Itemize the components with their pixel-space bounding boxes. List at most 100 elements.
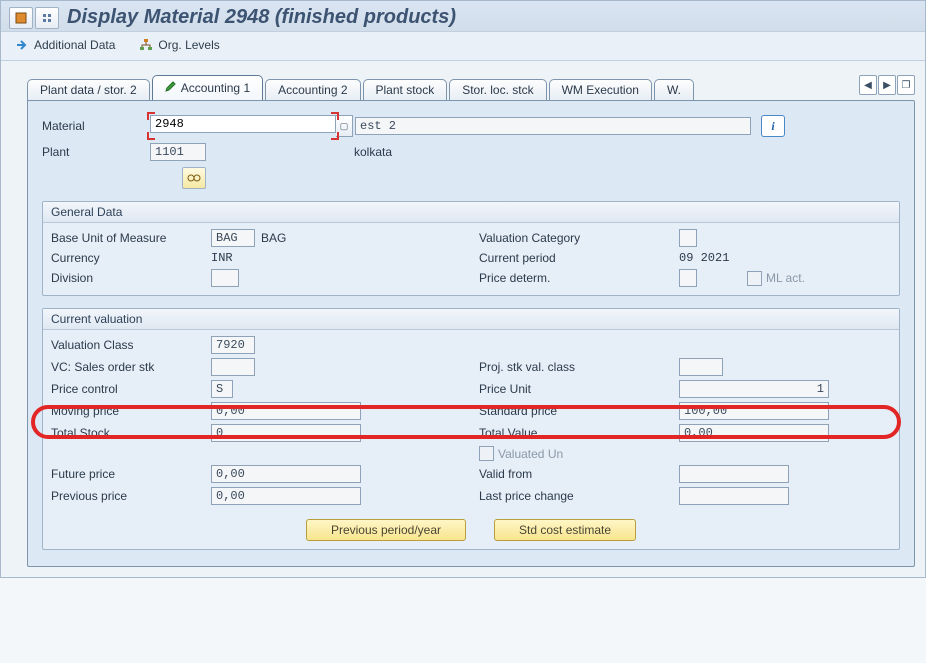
- info-icon[interactable]: i: [761, 115, 785, 137]
- currency-value: INR: [211, 251, 371, 265]
- buom-input[interactable]: [211, 229, 255, 247]
- totvalue-input[interactable]: [679, 424, 829, 442]
- valun-field: Valuated Un: [479, 446, 658, 461]
- tab-stor-loc-stck[interactable]: Stor. loc. stck: [449, 79, 546, 101]
- vcso-input[interactable]: [211, 358, 255, 376]
- active-tab-icon: [165, 80, 177, 95]
- tab-body: Material ▢ i Plant kolkata General Data: [27, 100, 915, 567]
- moving-price-label: Moving price: [51, 404, 211, 418]
- std-cost-estimate-button[interactable]: Std cost estimate: [494, 519, 636, 541]
- material-label: Material: [42, 119, 150, 133]
- validfrom-label: Valid from: [479, 467, 679, 481]
- tab-label: W.: [667, 83, 681, 97]
- toolbar: Additional Data Org. Levels: [1, 32, 925, 61]
- mlact-checkbox[interactable]: [747, 271, 762, 286]
- division-field: Division: [51, 269, 471, 287]
- prev-price-input[interactable]: [211, 487, 361, 505]
- vcso-field: VC: Sales order stk: [51, 358, 471, 376]
- tab-strip: Plant data / stor. 2 Accounting 1 Accoun…: [27, 75, 915, 100]
- plant-text: kolkata: [354, 145, 392, 159]
- current-valuation-title: Current valuation: [43, 309, 899, 330]
- valcat-input[interactable]: [679, 229, 697, 247]
- lastchg-field: Last price change: [479, 487, 789, 505]
- division-input[interactable]: [211, 269, 239, 287]
- material-row: Material ▢ i: [42, 115, 900, 137]
- pricectrl-input[interactable]: [211, 380, 233, 398]
- detail-toggle-icon[interactable]: [35, 7, 59, 29]
- window-titlebar: Display Material 2948 (finished products…: [1, 1, 925, 32]
- tab-list-icon[interactable]: ❐: [897, 75, 915, 95]
- valun-label: Valuated Un: [498, 447, 658, 461]
- tab-accounting-2[interactable]: Accounting 2: [265, 79, 360, 101]
- valclass-label: Valuation Class: [51, 338, 211, 352]
- lastchg-input[interactable]: [679, 487, 789, 505]
- material-text: [355, 117, 751, 135]
- valclass-input[interactable]: [211, 336, 255, 354]
- tab-wm-execution[interactable]: WM Execution: [549, 79, 652, 101]
- buom-text: BAG: [261, 231, 421, 245]
- mlact-label: ML act.: [766, 271, 926, 285]
- proj-input[interactable]: [679, 358, 723, 376]
- division-label: Division: [51, 271, 211, 285]
- tab-plant-stock[interactable]: Plant stock: [363, 79, 448, 101]
- tab-label: Accounting 2: [278, 83, 347, 97]
- additional-data-label: Additional Data: [34, 38, 115, 52]
- totstock-label: Total Stock: [51, 426, 211, 440]
- tab-container: Plant data / stor. 2 Accounting 1 Accoun…: [1, 61, 925, 100]
- page-title: Display Material 2948 (finished products…: [67, 6, 456, 29]
- org-levels-icon: [139, 38, 153, 52]
- tab-label: WM Execution: [562, 83, 639, 97]
- vcso-label: VC: Sales order stk: [51, 360, 211, 374]
- proj-label: Proj. stk val. class: [479, 360, 679, 374]
- org-levels-button[interactable]: Org. Levels: [139, 38, 219, 52]
- priceunit-input[interactable]: [679, 380, 829, 398]
- future-price-input[interactable]: [211, 465, 361, 483]
- valuation-button-row: Previous period/year Std cost estimate: [51, 519, 891, 541]
- plant-row: Plant kolkata: [42, 143, 900, 161]
- moving-price-field: Moving price: [51, 402, 471, 420]
- current-valuation-group: Current valuation Valuation Class VC: Sa…: [42, 308, 900, 550]
- buom-label: Base Unit of Measure: [51, 231, 211, 245]
- moving-price-input[interactable]: [211, 402, 361, 420]
- valun-checkbox[interactable]: [479, 446, 494, 461]
- standard-price-input[interactable]: [679, 402, 829, 420]
- buom-field: Base Unit of Measure BAG: [51, 229, 471, 247]
- validfrom-input[interactable]: [679, 465, 789, 483]
- lastchg-label: Last price change: [479, 489, 679, 503]
- material-input[interactable]: [150, 115, 336, 133]
- transaction-icon[interactable]: [9, 7, 33, 29]
- plant-label: Plant: [42, 145, 150, 159]
- pricedet-input[interactable]: [679, 269, 697, 287]
- tab-scroll-left-icon[interactable]: ◀: [859, 75, 877, 95]
- tab-label: Accounting 1: [181, 81, 250, 95]
- validfrom-field: Valid from: [479, 465, 789, 483]
- tab-label: Plant stock: [376, 83, 435, 97]
- org-levels-label: Org. Levels: [158, 38, 219, 52]
- period-label: Current period: [479, 251, 679, 265]
- standard-price-label: Standard price: [479, 404, 679, 418]
- additional-data-button[interactable]: Additional Data: [15, 38, 115, 52]
- valclass-field: Valuation Class: [51, 336, 471, 354]
- tab-plant-data[interactable]: Plant data / stor. 2: [27, 79, 150, 101]
- tab-accounting-1[interactable]: Accounting 1: [152, 75, 263, 100]
- tab-nav-controls: ◀ ▶ ❐: [859, 75, 915, 95]
- totstock-input[interactable]: [211, 424, 361, 442]
- tab-more[interactable]: W.: [654, 79, 694, 101]
- prev-price-label: Previous price: [51, 489, 211, 503]
- pricectrl-label: Price control: [51, 382, 211, 396]
- display-details-button[interactable]: [182, 167, 206, 189]
- proj-field: Proj. stk val. class: [479, 358, 723, 376]
- totvalue-field: Total Value: [479, 424, 829, 442]
- pricectrl-field: Price control: [51, 380, 471, 398]
- general-data-group: General Data Base Unit of Measure BAG Va…: [42, 201, 900, 296]
- pricedet-label: Price determ.: [479, 271, 679, 285]
- valcat-label: Valuation Category: [479, 231, 679, 245]
- tab-scroll-right-icon[interactable]: ▶: [878, 75, 896, 95]
- period-value: 09 2021: [679, 251, 839, 265]
- totstock-field: Total Stock: [51, 424, 471, 442]
- plant-input[interactable]: [150, 143, 206, 161]
- previous-period-button[interactable]: Previous period/year: [306, 519, 466, 541]
- valcat-field: Valuation Category: [479, 229, 697, 247]
- currency-label: Currency: [51, 251, 211, 265]
- standard-price-field: Standard price: [479, 402, 829, 420]
